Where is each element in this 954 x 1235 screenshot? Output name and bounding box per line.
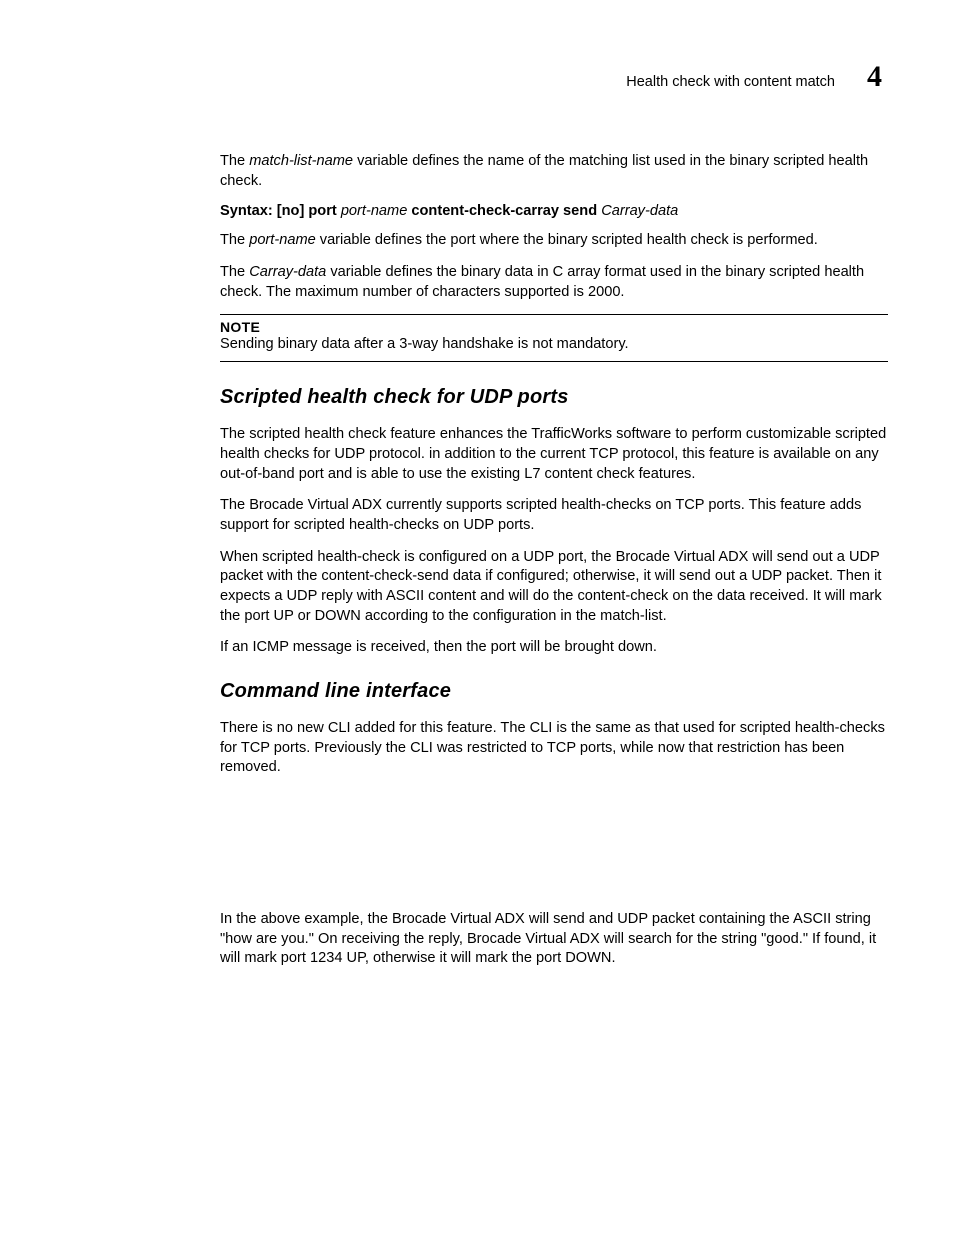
text: The — [220, 264, 249, 280]
paragraph-carray-data: The Carray-data variable defines the bin… — [220, 263, 888, 302]
heading-cli: Command line interface — [220, 680, 888, 703]
variable-port-name: port-name — [249, 232, 316, 248]
variable-match-list-name: match-list-name — [249, 153, 353, 169]
variable-carray-data: Carray-data — [249, 264, 326, 280]
spacer — [220, 790, 888, 910]
paragraph: The scripted health check feature enhanc… — [220, 425, 888, 484]
note-text: Sending binary data after a 3-way handsh… — [220, 335, 888, 355]
syntax-var-carray-data: Carray-data — [601, 203, 678, 219]
note-block: NOTE Sending binary data after a 3-way h… — [220, 314, 888, 362]
chapter-number: 4 — [867, 60, 882, 94]
syntax-var-port-name: port-name — [341, 203, 408, 219]
text: variable defines the port where the bina… — [316, 232, 818, 248]
syntax-part: content-check-carray send — [407, 203, 601, 219]
header-title: Health check with content match — [626, 74, 835, 90]
paragraph-port-name: The port-name variable defines the port … — [220, 231, 888, 251]
note-label: NOTE — [220, 319, 888, 335]
page-header: Health check with content match 4 — [220, 60, 888, 94]
page-container: Health check with content match 4 The ma… — [0, 0, 954, 1235]
text: The — [220, 232, 249, 248]
paragraph-example: In the above example, the Brocade Virtua… — [220, 910, 888, 969]
syntax-label: Syntax: — [220, 203, 273, 219]
syntax-line: Syntax: [no] port port-name content-chec… — [220, 203, 888, 219]
text: The — [220, 153, 249, 169]
paragraph: The Brocade Virtual ADX currently suppor… — [220, 496, 888, 535]
paragraph: When scripted health-check is configured… — [220, 548, 888, 627]
paragraph-intro: The match-list-name variable defines the… — [220, 152, 888, 191]
heading-scripted-udp: Scripted health check for UDP ports — [220, 386, 888, 409]
syntax-part: [no] port — [273, 203, 341, 219]
paragraph: If an ICMP message is received, then the… — [220, 638, 888, 658]
paragraph: There is no new CLI added for this featu… — [220, 719, 888, 778]
